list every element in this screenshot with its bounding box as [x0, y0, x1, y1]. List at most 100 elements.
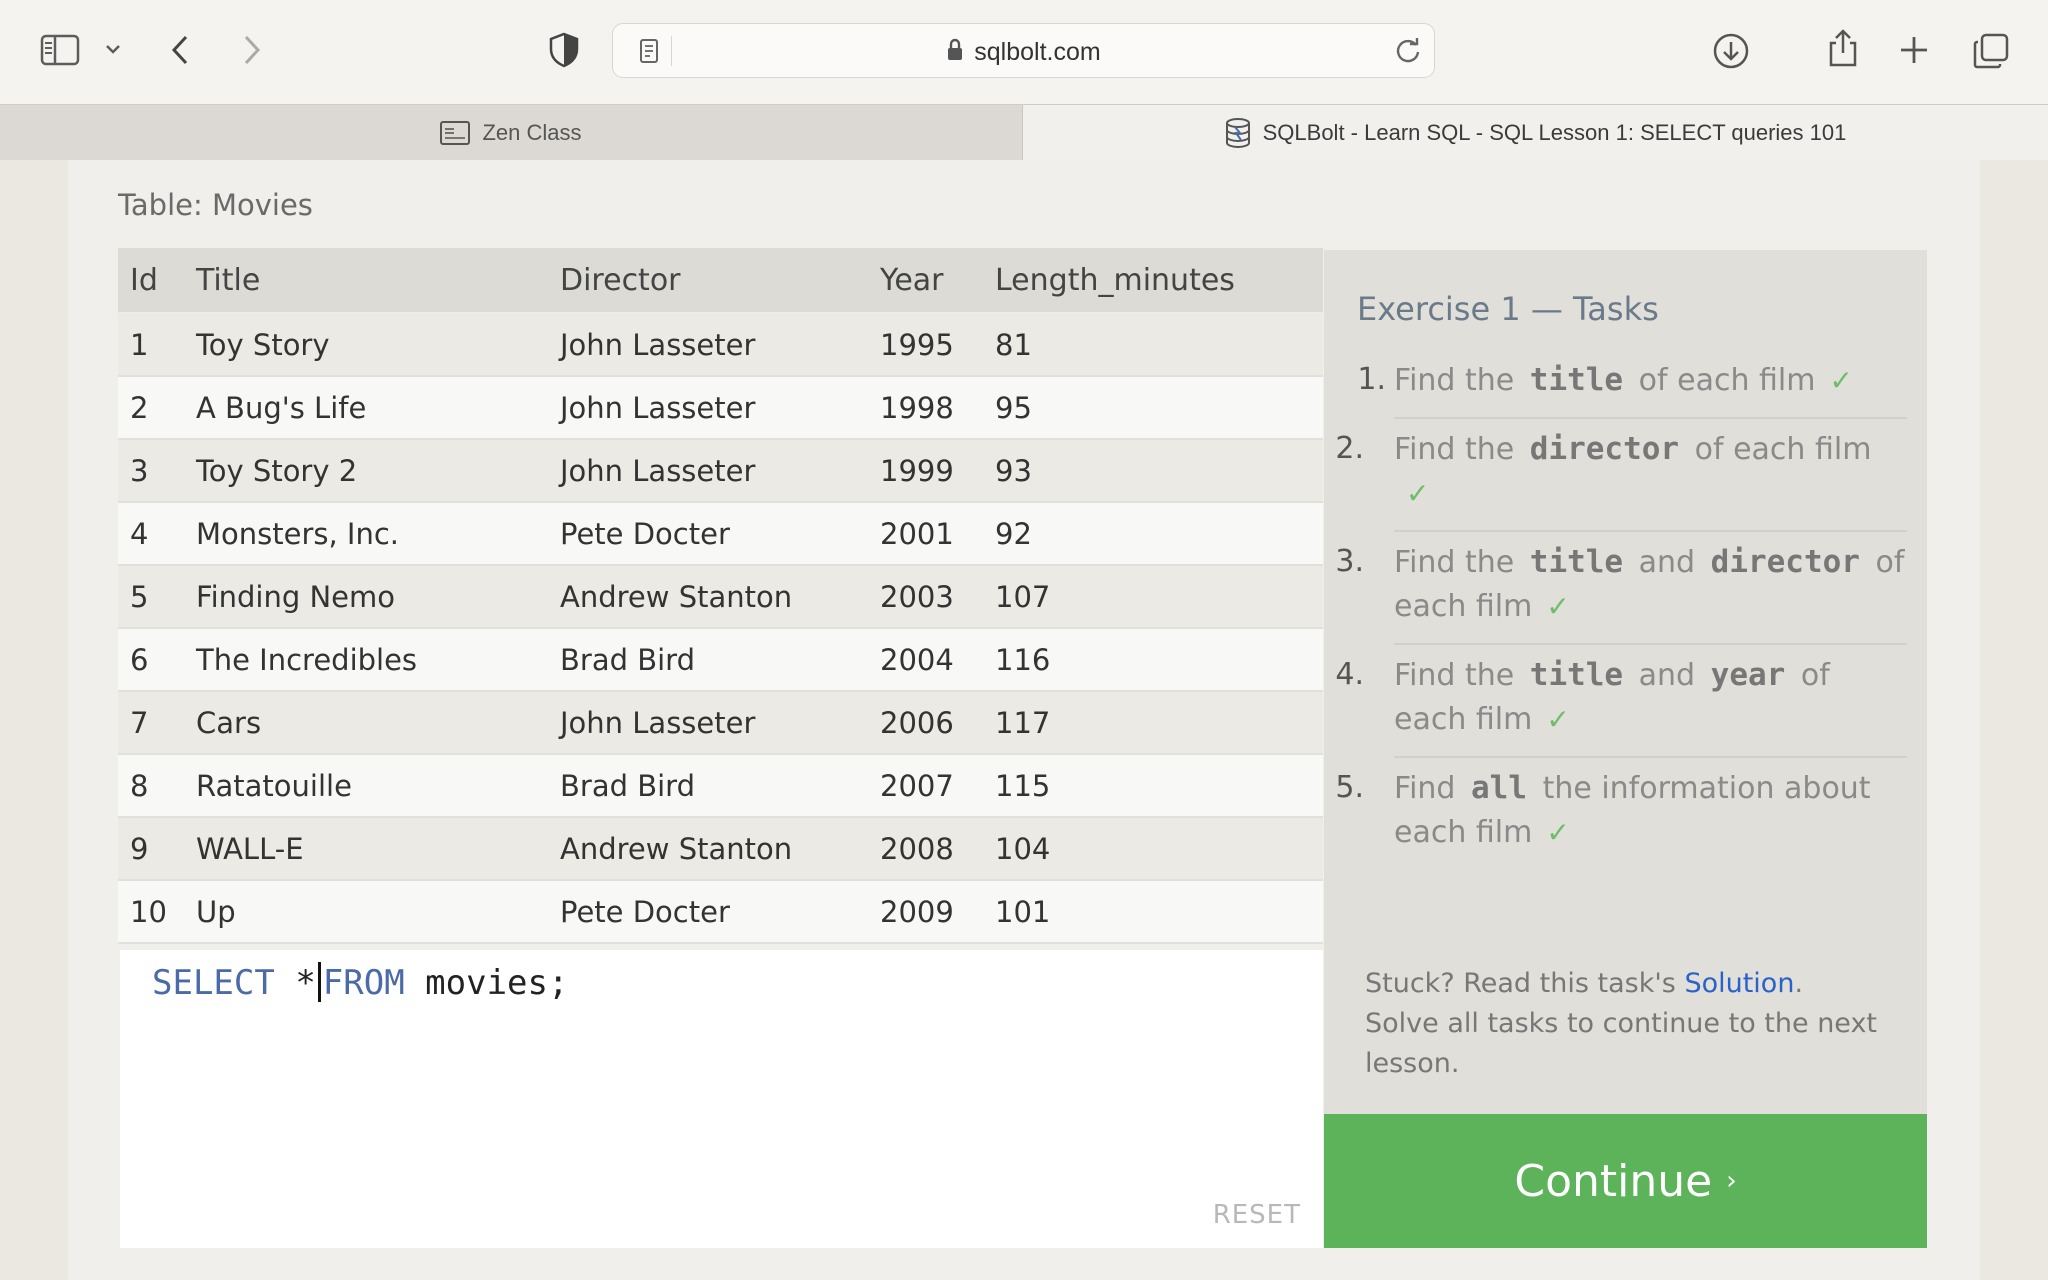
check-icon: ✓	[1546, 590, 1570, 623]
cell-title: Finding Nemo	[184, 565, 548, 629]
check-icon: ✓	[1546, 816, 1570, 849]
solution-link[interactable]: Solution	[1684, 968, 1794, 999]
cell-length: 104	[983, 817, 1323, 881]
column-header-year: Year	[868, 248, 983, 314]
cell-title: The Incredibles	[184, 628, 548, 692]
cell-length: 107	[983, 565, 1323, 629]
database-icon	[1225, 117, 1251, 148]
task-list: 1. Find the title of each film ✓ 2. Find …	[1324, 350, 1927, 869]
select-star: *	[295, 963, 316, 1003]
forward-arrow-icon[interactable]	[240, 33, 264, 67]
cell-length: 117	[983, 691, 1323, 755]
lock-icon	[946, 38, 964, 69]
task-keyword: title	[1529, 544, 1624, 580]
column-header-director: Director	[548, 248, 868, 314]
reset-button[interactable]: RESET	[1213, 1200, 1301, 1230]
cell-director: Andrew Stanton	[548, 817, 868, 881]
table-row: 2A Bug's Life John Lasseter 1998 95	[118, 376, 1323, 440]
address-bar[interactable]: sqlbolt.com	[612, 23, 1435, 78]
cell-title: A Bug's Life	[184, 376, 548, 440]
cell-director: John Lasseter	[548, 691, 868, 755]
table-row: 9 WALL-E Andrew Stanton 2008 104	[118, 817, 1323, 881]
cell-year: 2007	[868, 754, 983, 818]
page-content: Table: Movies Id Title Director Year Len…	[0, 160, 2048, 1280]
tasks-sidebar: Exercise 1 — Tasks 1. Find the title of …	[1324, 250, 1927, 1114]
stuck-suffix: .	[1794, 968, 1804, 999]
cell-id: 1	[118, 313, 184, 377]
cell-year: 2001	[868, 502, 983, 566]
check-icon: ✓	[1406, 477, 1430, 510]
cell-director: Brad Bird	[548, 628, 868, 692]
help-text: Stuck? Read this task's Solution. Solve …	[1365, 964, 1885, 1084]
tab-label: Zen Class	[482, 119, 582, 145]
cell-year: 2004	[868, 628, 983, 692]
share-icon[interactable]	[1826, 28, 1860, 68]
task-number: 5.	[1335, 770, 1364, 805]
cell-id: 6	[118, 628, 184, 692]
solve-note: Solve all tasks to continue to the next …	[1365, 1008, 1878, 1079]
zen-class-icon	[440, 120, 471, 145]
cell-director: John Lasseter	[548, 439, 868, 503]
keyword-from: FROM	[322, 963, 405, 1003]
chevron-down-icon[interactable]	[104, 42, 122, 56]
table-name: movies;	[425, 963, 569, 1003]
check-icon: ✓	[1546, 703, 1570, 736]
task-text: and	[1638, 545, 1696, 580]
cell-id: 8	[118, 754, 184, 818]
column-header-title: Title	[184, 248, 548, 314]
continue-button[interactable]: Continue ›	[1324, 1114, 1927, 1248]
stuck-prefix: Stuck? Read this task's	[1365, 968, 1676, 999]
tab-label: SQLBolt - Learn SQL - SQL Lesson 1: SELE…	[1262, 119, 1847, 145]
cell-director: John Lasseter	[548, 376, 868, 440]
sql-query-text[interactable]: SELECT * FROM movies;	[152, 962, 568, 1003]
cell-length: 92	[983, 502, 1323, 566]
task-text: Find the	[1394, 658, 1515, 693]
cell-director: Brad Bird	[548, 754, 868, 818]
task-text: and	[1638, 658, 1696, 693]
table-row: 4 Monsters, Inc. Pete Docter 2001 92	[118, 502, 1323, 566]
cell-title: Up	[184, 880, 548, 944]
tab-overview-icon[interactable]	[1972, 32, 2010, 70]
cell-id: 3	[118, 439, 184, 503]
keyword-select: SELECT	[152, 963, 275, 1003]
movies-table: Id Title Director Year Length_minutes 1T…	[118, 248, 1323, 944]
table-header-row: Id Title Director Year Length_minutes	[118, 248, 1323, 314]
sidebar-toggle-icon[interactable]	[40, 34, 80, 66]
tab-sqlbolt[interactable]: SQLBolt - Learn SQL - SQL Lesson 1: SELE…	[1023, 105, 2048, 160]
tasks-title: Exercise 1 — Tasks	[1357, 290, 1659, 328]
download-icon[interactable]	[1712, 32, 1750, 70]
task-item: 4. Find the title and year of each film ✓	[1335, 643, 1907, 756]
task-item: 5. Find all the information about each f…	[1335, 756, 1907, 869]
table-row: 7 Cars John Lasseter 2006 117	[118, 691, 1323, 755]
cell-length: 115	[983, 754, 1323, 818]
url-text: sqlbolt.com	[613, 38, 1434, 69]
cell-year: 2006	[868, 691, 983, 755]
table-title: Table: Movies	[118, 188, 313, 222]
column-header-id: Id	[118, 248, 184, 314]
task-text: of each film	[1694, 432, 1872, 467]
browser-toolbar: sqlbolt.com	[0, 0, 2048, 104]
chevron-right-icon: ›	[1726, 1166, 1737, 1196]
cell-year: 2008	[868, 817, 983, 881]
cell-director: John Lasseter	[548, 313, 868, 377]
new-tab-plus-icon[interactable]	[1898, 34, 1930, 66]
sql-editor[interactable]: SELECT * FROM movies; RESET	[120, 950, 1323, 1248]
task-text: Find the	[1394, 363, 1515, 398]
tab-zen-class[interactable]: Zen Class	[0, 105, 1023, 160]
task-text: of each film	[1638, 363, 1816, 398]
table-row: 6 The Incredibles Brad Bird 2004 116	[118, 628, 1323, 692]
cell-title: Cars	[184, 691, 548, 755]
reload-icon[interactable]	[1394, 36, 1422, 68]
task-text: Find the	[1394, 545, 1515, 580]
cell-year: 1995	[868, 313, 983, 377]
back-arrow-icon[interactable]	[168, 33, 192, 67]
cell-length: 95	[983, 376, 1323, 440]
privacy-shield-icon[interactable]	[548, 32, 580, 68]
table-row: 8 Ratatouille Brad Bird 2007 115	[118, 754, 1323, 818]
task-text: Find the	[1394, 432, 1515, 467]
cell-director: Pete Docter	[548, 880, 868, 944]
task-keyword: director	[1529, 431, 1680, 467]
cell-year: 1998	[868, 376, 983, 440]
url-label: sqlbolt.com	[974, 38, 1101, 66]
task-keyword: title	[1529, 657, 1624, 693]
